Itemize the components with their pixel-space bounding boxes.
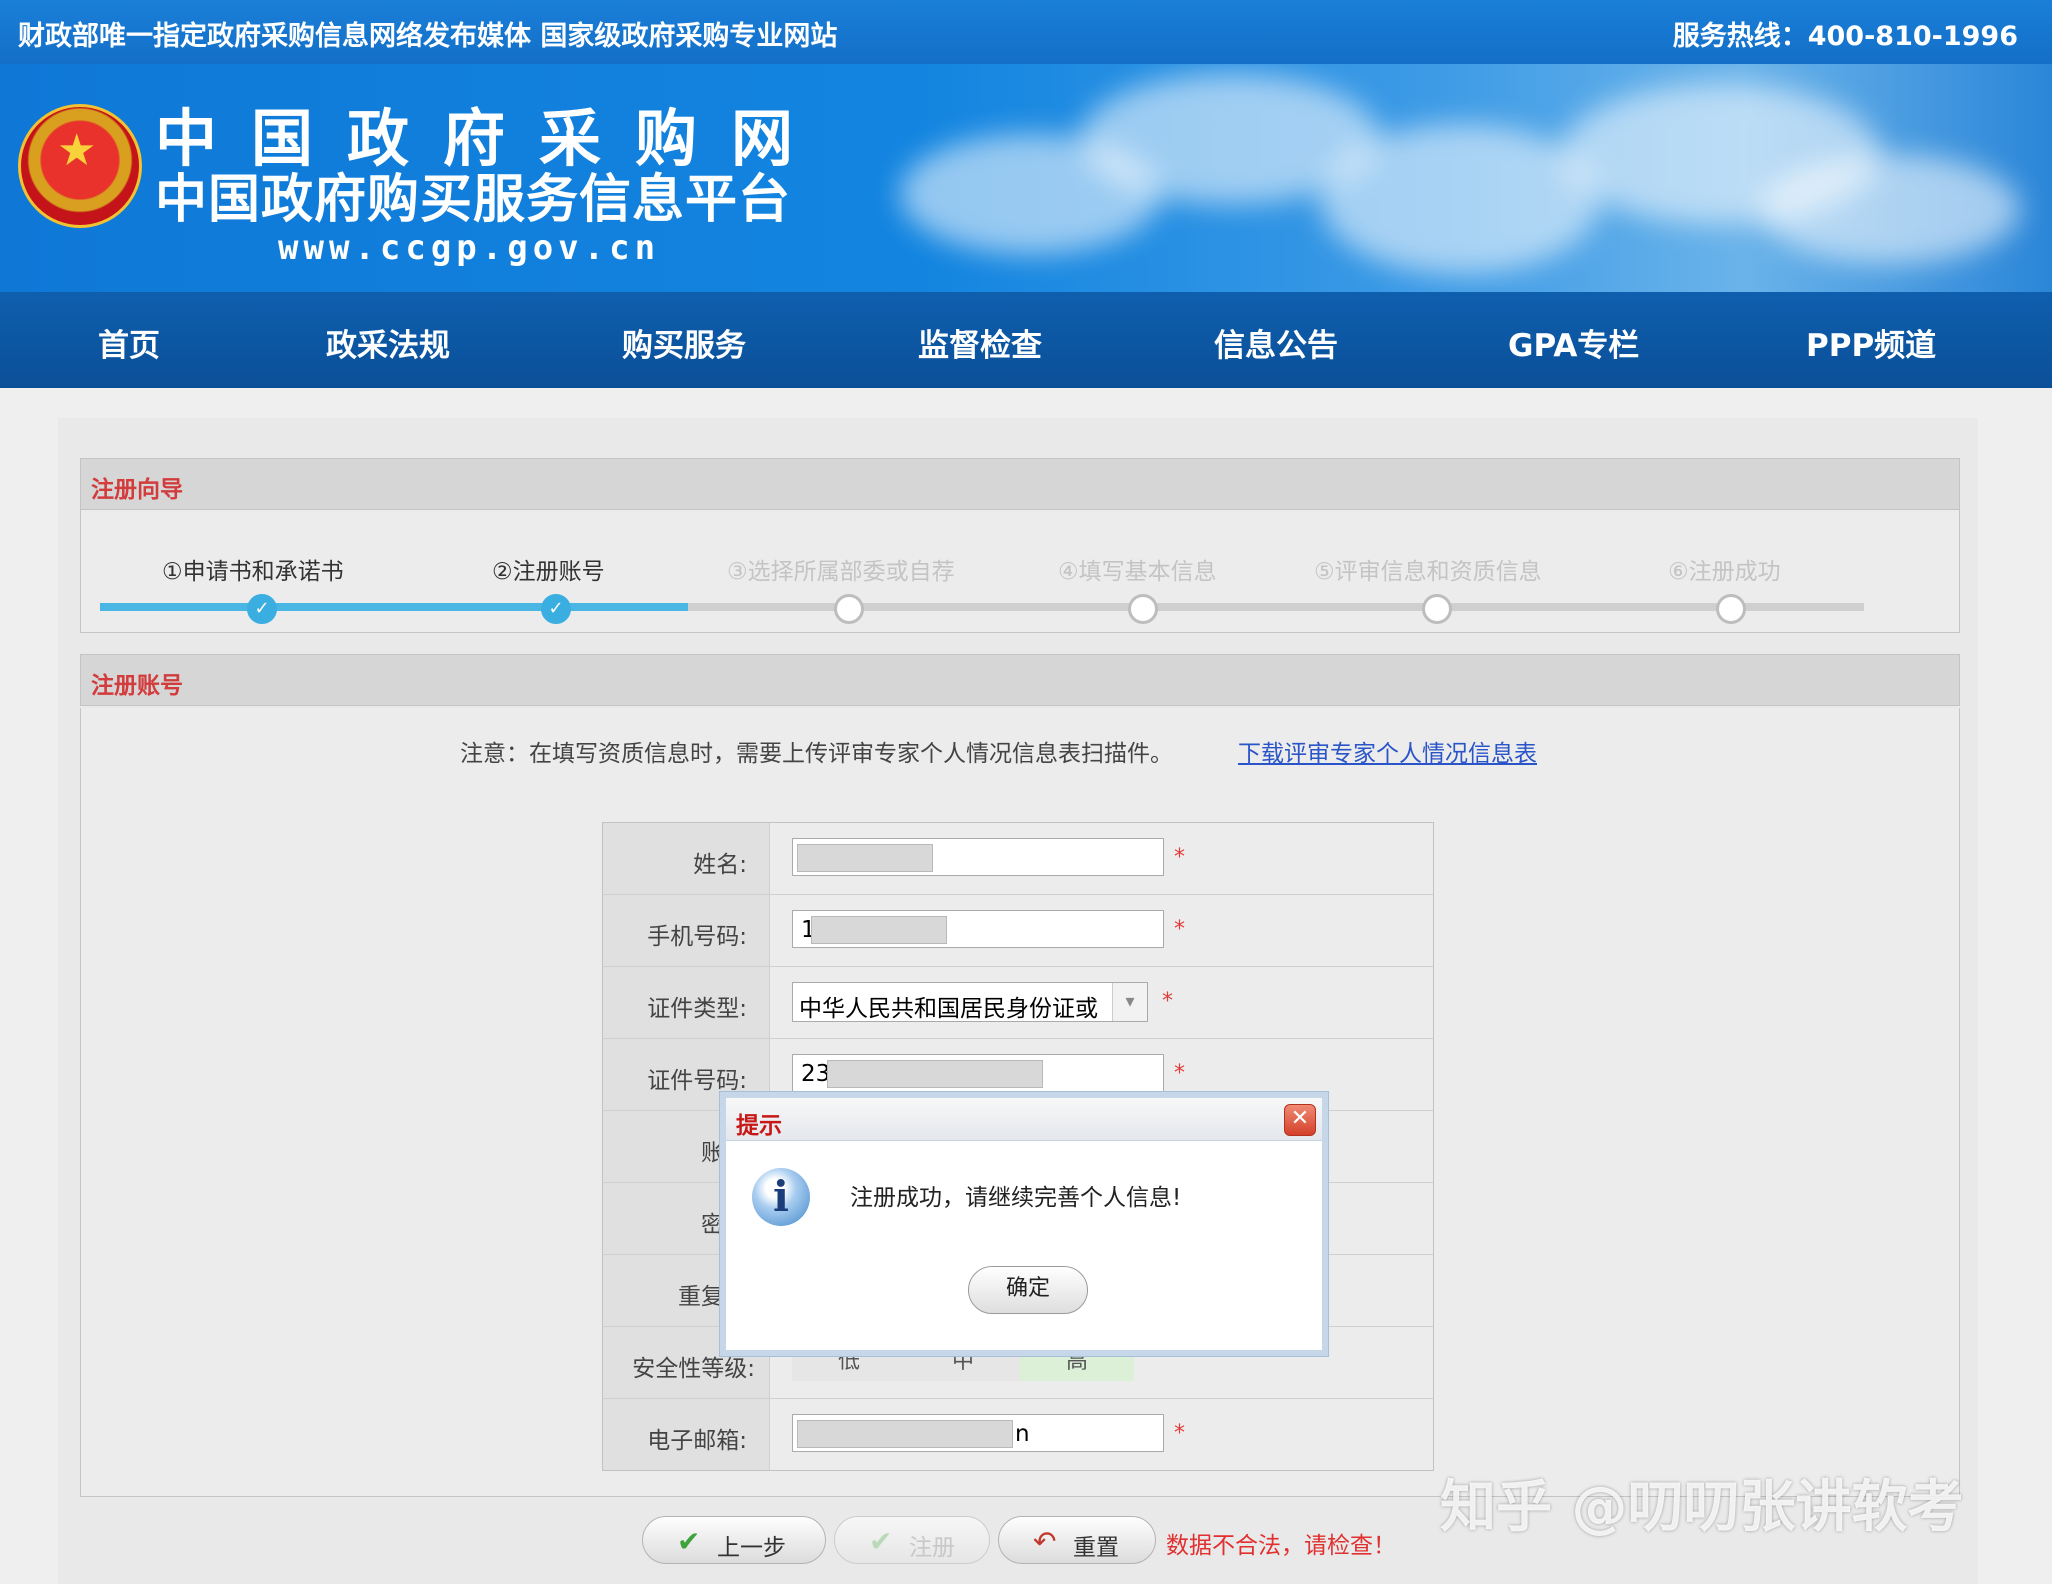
site-slogan: 财政部唯一指定政府采购信息网络发布媒体 国家级政府采购专业网站 bbox=[18, 21, 838, 52]
reset-label: 重置 bbox=[1073, 1535, 1119, 1561]
required-mark: * bbox=[1162, 989, 1173, 1014]
idnum-label: 证件号码: bbox=[647, 1068, 747, 1094]
email-label: 电子邮箱: bbox=[647, 1428, 747, 1454]
dialog-message: 注册成功，请继续完善个人信息! bbox=[850, 1185, 1182, 1211]
nav-item-announcements[interactable]: 信息公告 bbox=[1214, 320, 1338, 365]
site-banner: ★ 中国政府采购网 中国政府购买服务信息平台 www.ccgp.gov.cn bbox=[0, 64, 2052, 292]
dialog-header: 提示 ✕ bbox=[726, 1098, 1322, 1141]
form-row-phone: 手机号码: 1 * bbox=[603, 895, 1433, 967]
step-4-node bbox=[1128, 594, 1158, 624]
step-5-label: ⑤评审信息和资质信息 bbox=[1314, 559, 1542, 585]
wizard-heading: 注册向导 bbox=[91, 477, 183, 503]
step-2-label: ②注册账号 bbox=[492, 559, 605, 585]
validation-error: 数据不合法，请检查！ bbox=[1166, 1533, 1396, 1559]
idnum-value: 23 bbox=[801, 1061, 831, 1087]
step-6-label: ⑥注册成功 bbox=[1668, 559, 1781, 585]
step-2-check-icon: ✓ bbox=[541, 594, 571, 624]
dialog-title: 提示 bbox=[736, 1113, 782, 1139]
register-button[interactable]: ✔ 注册 bbox=[834, 1516, 990, 1564]
nav-item-home[interactable]: 首页 bbox=[98, 320, 160, 365]
account-heading: 注册账号 bbox=[91, 673, 183, 699]
progress-track-pending bbox=[688, 603, 1864, 611]
watermark: 知乎 @叨叨张讲软考 bbox=[1440, 1475, 1964, 1540]
nav-item-supervision[interactable]: 监督检查 bbox=[918, 320, 1042, 365]
undo-icon: ↶ bbox=[1033, 1525, 1057, 1558]
form-row-email: 电子邮箱: n * bbox=[603, 1399, 1433, 1470]
step-3-label: ③选择所属部委或自荐 bbox=[727, 559, 955, 585]
nav-item-purchase-services[interactable]: 购买服务 bbox=[622, 320, 746, 365]
top-bar: 财政部唯一指定政府采购信息网络发布媒体 国家级政府采购专业网站 服务热线：400… bbox=[0, 0, 2052, 64]
nav-item-ppp[interactable]: PPP频道 bbox=[1806, 320, 1936, 365]
step-6-node bbox=[1716, 594, 1746, 624]
site-url: www.ccgp.gov.cn bbox=[278, 228, 661, 268]
idtype-label: 证件类型: bbox=[647, 996, 747, 1022]
required-mark: * bbox=[1174, 917, 1185, 942]
check-icon: ✔ bbox=[677, 1525, 701, 1558]
idnum-input[interactable]: 23 bbox=[792, 1054, 1164, 1092]
email-input[interactable]: n bbox=[792, 1414, 1164, 1452]
ok-button[interactable]: 确定 bbox=[968, 1266, 1088, 1314]
idtype-value: 中华人民共和国居民身份证或 bbox=[799, 996, 1098, 1022]
site-title: 中国政府采购网 bbox=[155, 102, 828, 175]
required-mark: * bbox=[1174, 1061, 1185, 1086]
step-1-label: ①申请书和承诺书 bbox=[162, 559, 344, 585]
wizard-header: 注册向导 bbox=[80, 458, 1960, 510]
check-icon: ✔ bbox=[869, 1525, 893, 1558]
step-3-node bbox=[834, 594, 864, 624]
phone-input[interactable]: 1 bbox=[792, 910, 1164, 948]
step-4-label: ④填写基本信息 bbox=[1058, 559, 1217, 585]
phone-label: 手机号码: bbox=[647, 924, 747, 950]
prev-step-label: 上一步 bbox=[717, 1535, 786, 1561]
nav-item-regulations[interactable]: 政采法规 bbox=[326, 320, 450, 365]
close-icon[interactable]: ✕ bbox=[1284, 1104, 1316, 1136]
nav-item-gpa[interactable]: GPA专栏 bbox=[1508, 320, 1639, 365]
national-emblem-icon: ★ bbox=[18, 104, 142, 228]
service-hotline: 服务热线：400-810-1996 bbox=[1672, 21, 2018, 52]
reset-button[interactable]: ↶ 重置 bbox=[998, 1516, 1156, 1564]
chevron-down-icon: ▾ bbox=[1112, 983, 1147, 1021]
download-form-link[interactable]: 下载评审专家个人情况信息表 bbox=[1238, 734, 1537, 768]
prev-step-button[interactable]: ✔ 上一步 bbox=[642, 1516, 826, 1564]
account-header: 注册账号 bbox=[80, 654, 1960, 706]
form-row-idtype: 证件类型: 中华人民共和国居民身份证或 ▾ * bbox=[603, 967, 1433, 1039]
progress-track-done bbox=[100, 603, 688, 611]
info-icon: i bbox=[752, 1168, 810, 1226]
alert-dialog: 提示 ✕ i 注册成功，请继续完善个人信息! 确定 bbox=[720, 1092, 1328, 1356]
step-5-node bbox=[1422, 594, 1452, 624]
required-mark: * bbox=[1174, 845, 1185, 870]
site-subtitle: 中国政府购买服务信息平台 bbox=[155, 170, 792, 230]
form-row-name: 姓名: * bbox=[603, 823, 1433, 895]
idtype-select[interactable]: 中华人民共和国居民身份证或 ▾ bbox=[792, 982, 1148, 1022]
main-nav: 首页 政采法规 购买服务 监督检查 信息公告 GPA专栏 PPP频道 bbox=[0, 292, 2052, 388]
name-label: 姓名: bbox=[693, 852, 747, 878]
register-label: 注册 bbox=[909, 1535, 955, 1561]
required-mark: * bbox=[1174, 1421, 1185, 1446]
email-value: n bbox=[1015, 1421, 1030, 1447]
upload-notice: 注意：在填写资质信息时，需要上传评审专家个人情况信息表扫描件。 bbox=[460, 741, 1173, 767]
name-input[interactable] bbox=[792, 838, 1164, 876]
step-1-check-icon: ✓ bbox=[247, 594, 277, 624]
